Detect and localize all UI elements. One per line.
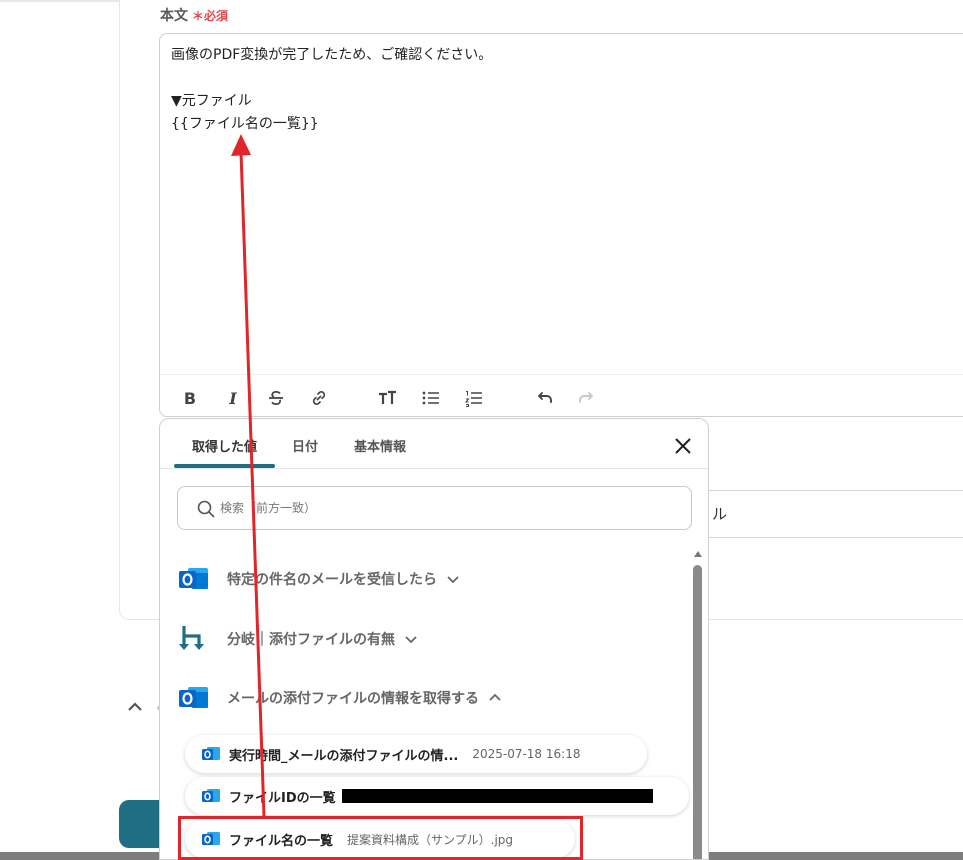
body-label-text: 本文 <box>160 8 188 24</box>
redo-button[interactable] <box>576 387 598 409</box>
chevron-down-icon <box>447 576 459 584</box>
italic-icon: I <box>229 388 237 408</box>
strikethrough-icon <box>269 390 283 406</box>
chip-value: 2025-07-18 16:18 <box>472 747 581 761</box>
italic-button[interactable]: I <box>222 387 244 409</box>
variable-picker-popup: 取得した値 日付 基本情報 特定の件名のメールを受信したら 分岐｜添付ファイルの… <box>159 418 709 860</box>
section-label: メールの添付ファイルの情報を取得する <box>227 691 479 707</box>
editor-toolbar: B I <box>160 374 963 418</box>
editor-line: 画像のPDF変換が完了したため、ご確認ください。 <box>171 47 493 63</box>
section-label: 特定の件名のメールを受信したら <box>227 572 437 588</box>
editor-line: ▼元ファイル <box>171 93 252 109</box>
scroll-thumb[interactable] <box>693 565 702 859</box>
required-indicator: ＊必須 <box>192 9 228 23</box>
numbered-list-icon <box>464 391 482 407</box>
body-editor[interactable]: 画像のPDF変換が完了したため、ご確認ください。 ▼元ファイル {{ファイル名の… <box>159 33 963 417</box>
bold-button[interactable]: B <box>179 387 201 409</box>
chevron-up-icon[interactable] <box>125 697 145 717</box>
strikethrough-button[interactable] <box>265 387 287 409</box>
outlook-icon <box>202 747 220 760</box>
chevron-up-icon <box>489 693 501 701</box>
background-field[interactable] <box>700 490 963 538</box>
close-icon[interactable] <box>672 435 694 457</box>
undo-icon <box>538 392 552 403</box>
editor-line: {{ファイル名の一覧}} <box>171 116 319 132</box>
chevron-down-icon <box>405 636 417 644</box>
bold-icon: B <box>183 388 197 408</box>
outlook-icon <box>179 568 208 589</box>
bullet-list-icon <box>422 391 439 405</box>
annotation-highlight-box <box>178 816 583 860</box>
background-field-text: ル <box>712 505 728 523</box>
popup-tabs: 取得した値 日付 基本情報 <box>160 419 708 469</box>
bullet-list-button[interactable] <box>420 387 442 409</box>
chip-key: ファイルIDの一覧 <box>229 790 336 806</box>
section-attachment-info[interactable]: メールの添付ファイルの情報を取得する <box>178 683 503 713</box>
redo-icon <box>579 392 593 403</box>
active-tab-indicator <box>174 464 275 468</box>
tab-basic-info[interactable]: 基本情報 <box>354 436 406 455</box>
scroll-up-arrow-icon[interactable] <box>694 551 702 557</box>
outlook-icon <box>179 687 208 708</box>
text-size-button[interactable] <box>376 387 398 409</box>
section-trigger-mail[interactable]: 特定の件名のメールを受信したら <box>178 564 461 594</box>
link-icon <box>312 391 326 405</box>
tab-acquired-values[interactable]: 取得した値 <box>192 436 257 455</box>
editor-content[interactable]: 画像のPDF変換が完了したため、ご確認ください。 ▼元ファイル {{ファイル名の… <box>171 44 492 136</box>
branch-icon <box>179 626 204 650</box>
required-mark: ＊ <box>192 9 205 23</box>
value-chip-execution-time[interactable]: 実行時間_メールの添付ファイルの情... 2025-07-18 16:18 <box>185 735 647 773</box>
numbered-list-button[interactable] <box>463 387 485 409</box>
section-branch[interactable]: 分岐｜添付ファイルの有無 <box>178 624 419 654</box>
popup-scrollbar[interactable] <box>692 549 704 859</box>
undo-button[interactable] <box>533 387 555 409</box>
tab-date[interactable]: 日付 <box>292 436 318 455</box>
value-chip-file-ids[interactable]: ファイルIDの一覧 <box>185 777 689 815</box>
search-box <box>177 486 692 530</box>
search-icon <box>197 500 215 518</box>
link-button[interactable] <box>308 387 330 409</box>
search-input[interactable] <box>220 488 680 528</box>
section-label: 分岐｜添付ファイルの有無 <box>227 632 395 648</box>
chip-key: 実行時間_メールの添付ファイルの情... <box>229 748 459 764</box>
required-text: 必須 <box>204 9 229 23</box>
redacted-value <box>341 789 653 803</box>
body-field-label: 本文 ＊必須 <box>160 5 228 25</box>
text-size-icon <box>379 390 396 404</box>
outlook-icon <box>202 789 220 802</box>
